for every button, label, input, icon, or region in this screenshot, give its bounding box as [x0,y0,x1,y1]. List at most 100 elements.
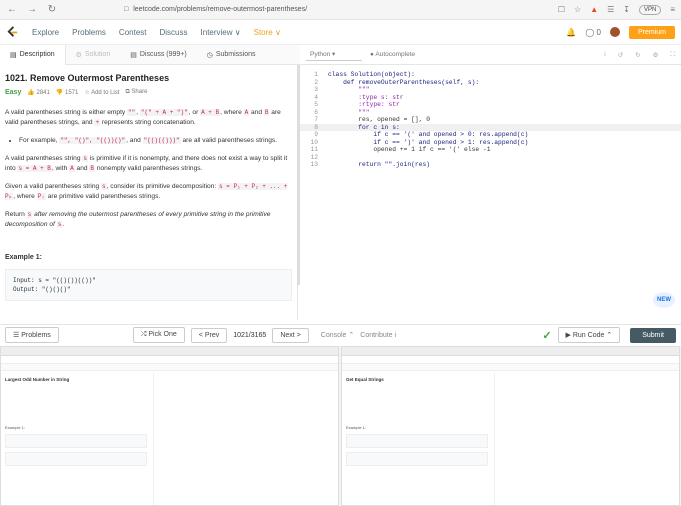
code: "", "()", "(())()" [59,137,127,144]
pick-one-label: Pick One [148,331,177,338]
example-block: Input: s = "(()())(())" Output: "()()()" [5,269,292,301]
nav-store[interactable]: Store ∨ [254,28,281,37]
back-icon[interactable]: ← [6,4,18,16]
nav-explore[interactable]: Explore [32,28,59,37]
vpn-button[interactable]: VPN [638,4,662,15]
code-line[interactable]: 4 :type s: str [300,94,681,102]
description-paragraph-2: A valid parentheses string s is primitiv… [5,154,292,174]
code-line[interactable]: 1 class Solution(object): [300,71,681,79]
contribute-button[interactable]: Contribute i [360,332,396,339]
leetcode-logo-icon[interactable] [6,25,19,39]
nav-contest[interactable]: Contest [119,28,147,37]
reload-icon[interactable]: ↻ [46,4,58,16]
example-title: Example 1: [5,254,42,261]
browser-extensions: ☐ ☆ ▲ ☰ ↧ VPN ≡ [558,4,675,15]
settings-icon[interactable]: ⚙ [653,51,659,59]
code-line[interactable]: 3 """ [300,86,681,94]
pick-one-button[interactable]: ⤮ Pick One [132,327,185,343]
line-code: :type s: str [328,93,404,101]
code: "(" + A + ")" [139,109,189,116]
add-to-list-button[interactable]: ☆ Add to List [84,89,119,96]
fullscreen-icon[interactable]: ⛶ [670,51,675,59]
code-line[interactable]: 12 [300,154,681,162]
problem-title: 1021. Remove Outermost Parentheses [5,73,170,83]
code-line[interactable]: 11 opened += 1 if c == '(' else -1 [300,146,681,154]
thumb-example-box [5,434,147,448]
code-line[interactable]: 5 :rtype: str [300,101,681,109]
undo-icon[interactable]: ↺ [618,51,623,59]
nav-discuss[interactable]: Discuss [160,28,188,37]
submit-button[interactable]: Submit [630,327,676,343]
line-code: def removeOuterParentheses(self, s): [328,78,480,86]
share-button[interactable]: ⧉ Share [125,89,147,96]
main-nav: Explore Problems Contest Discuss Intervi… [32,28,281,37]
download-icon[interactable]: ↧ [623,5,630,14]
prev-label: Prev [204,331,220,339]
tab-discuss[interactable]: ▤ Discuss (999+) [120,45,197,65]
menu-icon[interactable]: ☰ [607,5,614,14]
star-icon[interactable]: ☆ [574,5,581,14]
tab-submissions-label: Submissions [215,51,256,58]
flask-icon: ⚙ [75,51,82,59]
brave-icon[interactable]: ▲ [590,5,598,14]
console-button[interactable]: Console ⌃ [321,331,355,339]
line-number: 2 [314,78,318,86]
discuss-icon: ▤ [130,51,137,59]
add-to-list-label: Add to List [91,90,120,96]
thumb-title: Largest Odd Number in String [5,377,70,382]
code-line[interactable]: 9 if c == '(' and opened > 0: res.append… [300,131,681,139]
thumb-tabs [342,364,679,371]
problems-button[interactable]: ☰ Problems [5,327,59,343]
line-number: 13 [310,161,318,168]
thumb-example-box [5,452,147,466]
nav-interview[interactable]: Interview ∨ [201,28,241,37]
share-label: Share [131,89,148,95]
code: s = A + B [17,165,52,172]
nav-problems[interactable]: Problems [72,28,106,37]
avatar[interactable] [609,27,620,37]
language-select[interactable]: Python ▾ [306,48,362,61]
premium-button[interactable]: Premium [628,25,675,39]
code-line[interactable]: 10 if c == ')' and opened > 1: res.appen… [300,139,681,147]
more-icon[interactable]: ≡ [670,5,675,14]
thumb-browser-bar [342,347,679,356]
text: represents string concatenation. [100,119,196,126]
code-line[interactable]: 7 res, opened = [], 0 [300,116,681,124]
info-icon[interactable]: i [604,51,605,59]
text: A valid parentheses string [5,155,83,162]
line-code: if c == '(' and opened > 0: res.append(c… [328,131,529,138]
text: , where [13,193,37,200]
run-code-button[interactable]: ▶ Run Code ⌃ [557,327,621,343]
reset-icon[interactable]: ↻ [635,51,640,59]
tab-description[interactable]: ▤ Description [0,44,66,65]
bookmark-icon[interactable]: ☐ [558,5,565,14]
bell-icon[interactable]: 🔔 [566,28,576,37]
prev-button[interactable]: < Prev [190,327,228,343]
text: Return [5,211,27,218]
tab-submissions[interactable]: ◷ Submissions [197,45,266,65]
console-label: Console [320,332,347,339]
lock-icon: □ [124,6,129,13]
new-badge[interactable]: NEW [653,292,675,308]
autocomplete-toggle[interactable]: ● Autocomplete [370,51,415,58]
editor-toolbar: Python ▾ ● Autocomplete i ↺ ↻ ⚙ ⛶ [300,45,681,65]
dislike-button[interactable]: 👎 1571 [56,89,79,96]
coin-count[interactable]: ◯ 0 [585,28,601,37]
code: Pᵢ [36,193,46,200]
line-number: 10 [310,138,318,146]
code-line[interactable]: 8 for c in s: [300,123,681,131]
header-right: 🔔 ◯ 0 Premium [566,25,675,39]
line-code: res, opened = [], 0 [328,116,431,123]
thumbnail-left[interactable]: Largest Odd Number in String Example 1: [0,346,339,506]
address-bar[interactable]: □ leetcode.com/problems/remove-outermost… [124,3,544,17]
code-line[interactable]: 2 def removeOuterParentheses(self, s): [300,79,681,87]
code-line[interactable]: 13 return "".join(res) [300,161,681,169]
code-line[interactable]: 6 """ [300,109,681,117]
difficulty-badge: Easy [5,89,22,96]
forward-icon[interactable]: → [26,4,38,16]
like-button[interactable]: 👍 2841 [27,89,50,96]
code-editor[interactable]: 1 class Solution(object): 2 def removeOute… [300,65,681,320]
tab-solution[interactable]: ⚙ Solution [66,45,121,65]
thumbnail-right[interactable]: Get Equal Strings Example 1: [341,346,680,506]
next-button[interactable]: Next > [272,327,309,343]
